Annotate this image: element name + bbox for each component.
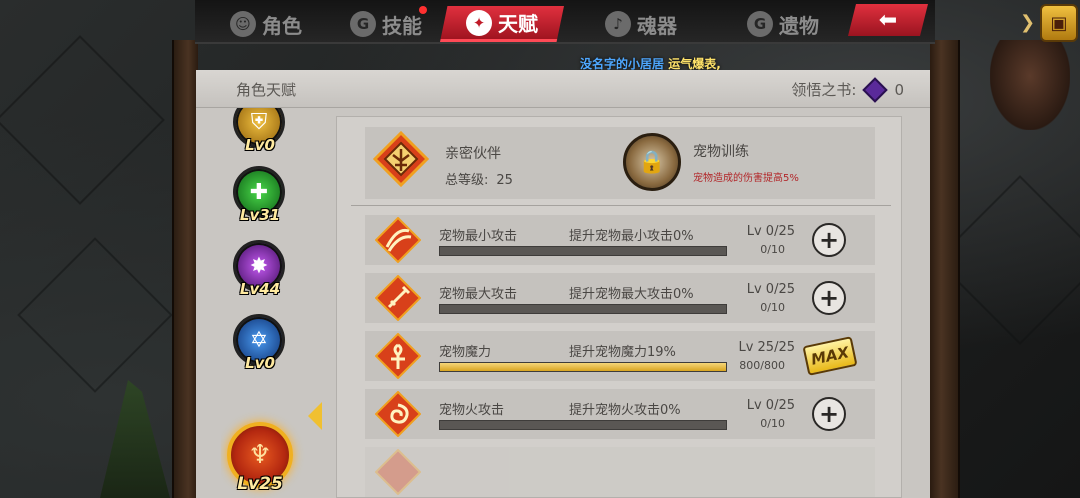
talent-node-gold[interactable]: ⛨ Lv0	[229, 108, 289, 156]
companion-emblem-icon	[373, 131, 429, 187]
talent-row-level: Lv 0/25	[746, 224, 795, 239]
back-button[interactable]: ⬅	[848, 4, 928, 36]
talent-row-desc: 提升宠物最大攻击0%	[569, 287, 694, 302]
plus-icon: +	[818, 400, 840, 428]
tab-label: 魂器	[637, 13, 677, 38]
insight-book-counter: 领悟之书: 0	[791, 76, 904, 103]
talent-row-desc: 提升宠物火攻击0%	[569, 403, 681, 418]
talent-node-blue[interactable]: ✡ Lv0	[229, 314, 289, 374]
talent-row-desc: 提升宠物魔力19%	[569, 345, 676, 360]
max-level-badge: MAX	[802, 336, 858, 376]
talent-row: 宠物魔力 提升宠物魔力19% Lv 25/25 800/800 MAX	[365, 331, 875, 381]
talent-detail: 亲密伙伴 总等级: 25 🔒 宠物训练 宠物造成的伤害提高5% 宠物最小攻击 提升…	[336, 116, 902, 498]
progress-bar	[439, 246, 727, 256]
talent-icon: ✦	[466, 9, 492, 36]
plus-icon: +	[818, 284, 840, 312]
talent-level: Lv25	[237, 474, 283, 494]
soul-vessel-icon: ♪	[605, 11, 631, 37]
character-icon: ☺	[230, 11, 256, 37]
skill-icon: G	[350, 11, 376, 37]
wood-frame-left	[172, 40, 198, 498]
tab-label: 技能	[382, 13, 422, 38]
talent-row: 宠物最大攻击 提升宠物最大攻击0% Lv 0/25 0/10 +	[365, 273, 875, 323]
tab-talent[interactable]: ✦ 天赋	[440, 6, 564, 42]
talent-row: 宠物火攻击 提升宠物火攻击0% Lv 0/25 0/10 +	[365, 389, 875, 439]
pet-training-title: 宠物训练	[693, 144, 749, 160]
plus-icon: +	[818, 226, 840, 254]
progress-bar	[439, 420, 727, 430]
total-level-value: 25	[496, 173, 513, 188]
book-label: 领悟之书:	[791, 81, 857, 99]
tab-relic[interactable]: G 遗物	[747, 6, 819, 42]
treasure-chest-button[interactable]: ▣	[1040, 4, 1078, 42]
lock-icon: 🔒	[623, 133, 681, 191]
talent-row-name: 宠物最小攻击	[439, 229, 518, 244]
wood-frame-right	[930, 40, 960, 498]
panel-header: 角色天赋 领悟之书: 0	[196, 70, 930, 108]
talent-rail[interactable]: ⛨ Lv0 ✚ Lv31 ✸ Lv44 ✡ Lv0 ♆ Lv25	[221, 108, 331, 498]
back-arrow-icon: ⬅	[878, 7, 898, 33]
tab-label: 遗物	[779, 13, 819, 38]
sword-attack-icon	[375, 275, 421, 321]
tab-label: 角色	[262, 13, 302, 38]
upgrade-button[interactable]: +	[812, 397, 846, 431]
claw-attack-icon	[375, 217, 421, 263]
pet-training-desc: 宠物造成的伤害提高5%	[693, 173, 799, 184]
talent-panel: 角色天赋 领悟之书: 0 ⛨ Lv0 ✚ Lv31 ✸ Lv44 ✡ Lv0 ♆…	[196, 70, 930, 498]
character-portrait	[990, 40, 1070, 130]
talent-row-desc: 提升宠物最小攻击0%	[569, 229, 694, 244]
talent-name: 亲密伙伴	[445, 146, 501, 162]
panel-title: 角色天赋	[236, 81, 297, 99]
tab-bar: ☺ 角色 G 技能 ✦ 天赋 ♪ 魂器 G 遗物	[195, 0, 935, 44]
talent-level: Lv44	[239, 280, 281, 298]
notification-dot	[419, 6, 427, 14]
talent-summary: 亲密伙伴 总等级: 25 🔒 宠物训练 宠物造成的伤害提高5%	[365, 127, 875, 199]
talent-row-level: Lv 25/25	[738, 340, 795, 355]
talent-row-level: Lv 0/25	[746, 398, 795, 413]
tab-soul-vessel[interactable]: ♪ 魂器	[605, 6, 677, 42]
relic-icon: G	[747, 11, 773, 37]
talent-row-name: 宠物最大攻击	[439, 287, 518, 302]
talent-level: Lv0	[245, 354, 275, 372]
talent-row-count: 800/800	[739, 359, 785, 372]
talent-row-partial	[365, 447, 875, 497]
upgrade-button[interactable]: +	[812, 223, 846, 257]
talent-row-name: 宠物魔力	[439, 345, 492, 360]
talent-node-purple[interactable]: ✸ Lv44	[229, 240, 289, 300]
total-level-label: 总等级:	[445, 173, 489, 188]
progress-fill	[440, 363, 726, 371]
chest-icon: ▣	[1050, 12, 1068, 34]
tab-character[interactable]: ☺ 角色	[230, 6, 302, 42]
marquee-player-name: 没名字的小居居	[580, 57, 665, 71]
talent-row-level: Lv 0/25	[746, 282, 795, 297]
ankh-magic-icon	[375, 333, 421, 379]
talent-row-count: 0/10	[760, 243, 785, 256]
fire-spiral-icon	[375, 391, 421, 437]
talent-level: Lv0	[245, 136, 275, 154]
talent-total-level: 总等级: 25	[445, 169, 513, 188]
talent-level: Lv31	[239, 206, 281, 224]
upgrade-button[interactable]: +	[812, 281, 846, 315]
tab-label: 天赋	[498, 12, 538, 36]
selection-arrow-icon	[308, 402, 322, 430]
insight-gem-icon	[862, 76, 889, 103]
talent-row-name: 宠物火攻击	[439, 403, 505, 418]
talent-row: 宠物最小攻击 提升宠物最小攻击0% Lv 0/25 0/10 +	[365, 215, 875, 265]
talent-node-selected[interactable]: ♆ Lv25	[221, 418, 299, 496]
talent-row-count: 0/10	[760, 417, 785, 430]
progress-bar	[439, 304, 727, 314]
progress-bar	[439, 362, 727, 372]
chevron-right-icon[interactable]: ❯	[1020, 12, 1035, 33]
marquee-message: 运气爆表,	[668, 57, 721, 71]
tab-skill[interactable]: G 技能	[350, 6, 422, 42]
talent-row-icon	[375, 449, 421, 495]
book-count: 0	[894, 80, 904, 99]
talent-row-count: 0/10	[760, 301, 785, 314]
divider	[351, 205, 891, 206]
talent-node-green[interactable]: ✚ Lv31	[229, 166, 289, 226]
